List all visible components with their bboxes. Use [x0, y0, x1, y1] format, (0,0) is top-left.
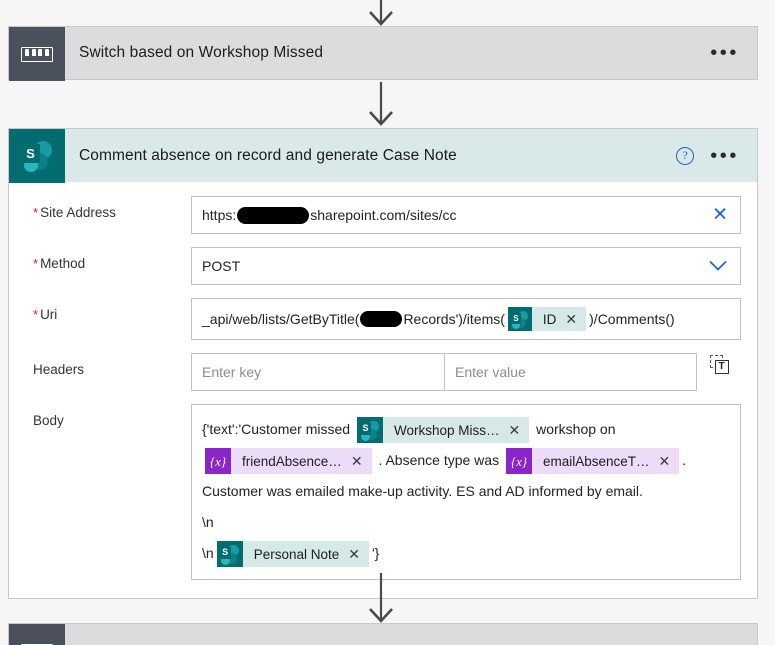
label-method: * Method: [33, 256, 86, 271]
token-chip-email-absence-type[interactable]: {x} emailAbsenceT… ✕: [505, 448, 680, 475]
token-chip-workshop-missed[interactable]: S Workshop Miss… ✕: [356, 417, 530, 444]
token-chip-workshop-missed-remove-icon[interactable]: ✕: [509, 423, 530, 437]
headers-key-value-group: Enter key Enter value: [191, 353, 697, 391]
switch-card-title: Switch based on Workshop Missed: [79, 44, 324, 61]
sharepoint-icon: S: [9, 129, 65, 183]
sharepoint-icon: S: [216, 541, 243, 568]
token-chip-friend-absence-remove-icon[interactable]: ✕: [351, 454, 372, 468]
token-chip-id-remove-icon[interactable]: ✕: [565, 312, 586, 326]
token-chip-email-absence-type-label: emailAbsenceT…: [542, 453, 650, 469]
arrow-top: [369, 0, 393, 26]
field-row-headers: Headers Enter key Enter value T: [25, 353, 741, 391]
field-row-site-address: * Site Address https: sharepoint.com/sites…: [25, 196, 741, 234]
switch-action-card[interactable]: Switch based on Workshop Missed •••: [8, 26, 758, 81]
token-chip-personal-note-label: Personal Note: [253, 546, 340, 562]
body-line-1: {'text':'Customer missed S Workshop Miss…: [202, 414, 730, 445]
sharepoint-icon: S: [356, 417, 383, 444]
token-chip-friend-absence-label: friendAbsence…: [242, 453, 342, 469]
method-select[interactable]: POST: [191, 247, 741, 285]
body-line-3: Customer was emailed make-up activity. E…: [202, 483, 643, 499]
field-row-uri: * Uri _api/web/lists/GetByTitle( Records'…: [25, 298, 741, 340]
label-site-address: * Site Address: [33, 205, 116, 220]
sharepoint-card-header[interactable]: S Comment absence on record and generate…: [8, 128, 758, 183]
token-chip-personal-note-remove-icon[interactable]: ✕: [348, 547, 369, 561]
site-address-input[interactable]: https: sharepoint.com/sites/cc ✕: [191, 196, 741, 234]
switch-card-menu-button[interactable]: •••: [710, 43, 739, 63]
body-line-5-prefix: \n: [202, 545, 214, 561]
switch-case-icon: [9, 624, 65, 645]
redaction-bar-site-address: [237, 206, 310, 224]
required-marker-uri: *: [33, 307, 39, 322]
headers-value-input[interactable]: Enter value: [444, 354, 696, 390]
site-address-prefix: https:: [202, 207, 237, 223]
field-row-body: Body {'text':'Customer missed S Workshop…: [25, 404, 741, 580]
redaction-bar-uri: [360, 311, 403, 327]
method-value: POST: [202, 258, 241, 274]
next-card-header[interactable]: [8, 623, 758, 645]
help-icon[interactable]: ?: [676, 146, 695, 165]
token-chip-friend-absence[interactable]: {x} friendAbsence… ✕: [205, 448, 372, 475]
chevron-down-icon[interactable]: [708, 260, 728, 273]
body-line-1-text-1: {'text':'Customer missed: [202, 421, 351, 437]
arrow-switch-to-sharepoint: [369, 82, 393, 126]
uri-part-1: _api/web/lists/GetByTitle(: [202, 311, 360, 327]
next-action-card[interactable]: [8, 623, 758, 645]
body-line-2-text-2: .: [682, 452, 687, 468]
label-uri: * Uri: [33, 307, 58, 322]
token-chip-email-absence-type-remove-icon[interactable]: ✕: [659, 454, 680, 468]
label-body: Body: [33, 413, 64, 428]
token-chip-personal-note[interactable]: S Personal Note ✕: [216, 541, 369, 568]
required-marker-site-address: *: [33, 205, 39, 220]
token-chip-id-label: ID: [542, 311, 557, 327]
sharepoint-icon: S: [507, 307, 532, 331]
switch-card-header[interactable]: Switch based on Workshop Missed •••: [8, 26, 758, 81]
field-row-method: * Method POST: [25, 247, 741, 285]
switch-to-text-mode-icon[interactable]: T: [697, 353, 741, 374]
uri-part-3: )/Comments(): [589, 311, 675, 327]
switch-icon: [9, 27, 65, 81]
sharepoint-card-menu-button[interactable]: •••: [710, 146, 739, 166]
body-line-4: \n: [202, 514, 214, 530]
sharepoint-card-title: Comment absence on record and generate C…: [79, 146, 457, 164]
body-line-5-suffix: '}: [371, 545, 380, 561]
sharepoint-card-body: * Site Address https: sharepoint.com/sites…: [8, 182, 758, 599]
headers-key-input[interactable]: Enter key: [192, 354, 444, 390]
body-line-2-text-1: . Absence type was: [378, 452, 500, 468]
clear-site-address-icon[interactable]: ✕: [712, 206, 728, 225]
required-marker-method: *: [33, 256, 39, 271]
label-headers: Headers: [33, 362, 85, 377]
uri-input[interactable]: _api/web/lists/GetByTitle( Records')/ite…: [191, 298, 741, 340]
body-editor[interactable]: {'text':'Customer missed S Workshop Miss…: [191, 404, 741, 580]
body-line-2: {x} friendAbsence… ✕ . Absence type was …: [202, 445, 730, 476]
token-chip-workshop-missed-label: Workshop Miss…: [393, 422, 500, 438]
body-line-5: \n S Personal Note ✕ '}: [202, 538, 730, 569]
variable-icon: {x}: [205, 448, 231, 475]
body-line-1-text-2: workshop on: [536, 421, 616, 437]
token-chip-id[interactable]: S ID ✕: [507, 307, 587, 331]
variable-icon: {x}: [505, 448, 532, 475]
flow-canvas: Switch based on Workshop Missed ••• S Co…: [0, 0, 775, 645]
site-address-suffix: sharepoint.com/sites/cc: [310, 207, 457, 223]
sharepoint-action-card[interactable]: S Comment absence on record and generate…: [8, 128, 758, 599]
uri-part-2: Records')/items(: [403, 311, 505, 327]
